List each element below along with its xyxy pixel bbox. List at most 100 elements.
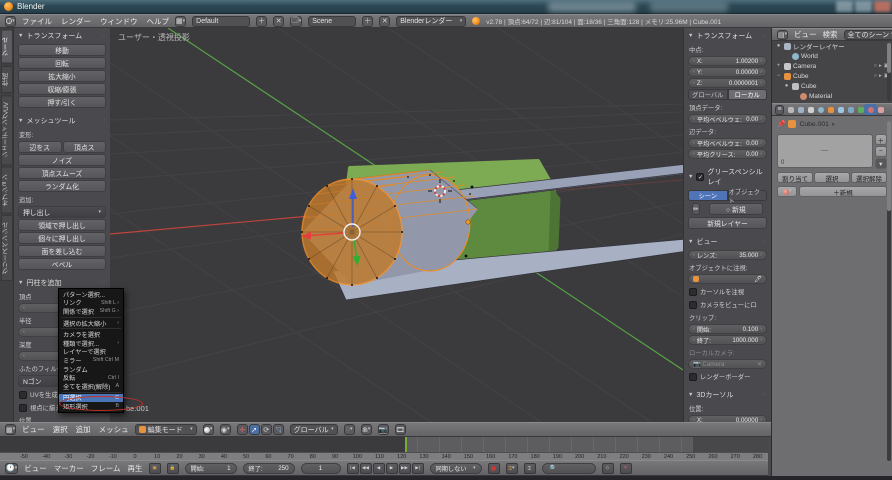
extrude-dropdown[interactable]: 押し出し▾ — [18, 206, 106, 218]
checkbox-icon[interactable] — [19, 391, 27, 399]
tool-button-ノイズ[interactable]: ノイズ — [18, 154, 106, 166]
panel-transform-tools[interactable]: ▼トランスフォーム∷ — [14, 29, 110, 43]
close-button[interactable] — [874, 1, 891, 12]
decrement-arrow-icon[interactable]: ‹ — [693, 69, 695, 75]
menu-item-パターン選択...[interactable]: パターン選択... — [59, 290, 123, 299]
gp-new-button[interactable]: ○ 新規 — [709, 203, 763, 215]
checkbox-icon[interactable] — [689, 301, 697, 309]
eyedropper-icon[interactable]: 🖊 — [754, 275, 762, 283]
gp-new-layer-button[interactable]: 新規レイヤー — [688, 217, 767, 229]
mode-select[interactable]: 編集モード▾ — [135, 424, 197, 435]
frame-end-field[interactable]: 終了:250 — [243, 463, 295, 474]
preview-range-icon[interactable]: ▣ — [149, 463, 161, 474]
checkbox-icon[interactable] — [689, 288, 697, 296]
checkbox-icon[interactable] — [19, 404, 27, 412]
eye-icon[interactable]: ○ — [874, 63, 877, 69]
snap-magnet-icon[interactable]: ⋒▾ — [361, 424, 372, 435]
outliner-row-Material[interactable]: Material — [772, 91, 892, 101]
increment-arrow-icon[interactable]: › — [760, 80, 762, 86]
timeline-menu-再生[interactable]: 再生 — [128, 463, 143, 474]
outliner-row-Cube[interactable]: −Cube○▸▣ — [772, 71, 892, 81]
decrement-arrow-icon[interactable]: ‹ — [693, 116, 695, 122]
tool-button-頂点ス[interactable]: 頂点ス — [63, 141, 107, 153]
transport-button-3[interactable]: ▶ — [386, 463, 398, 474]
local-toggle[interactable]: ローカル — [728, 89, 768, 100]
viewport-menu-選択[interactable]: 選択 — [53, 424, 68, 435]
tool-tab-シェーディング/UV[interactable]: シェーディング/UV — [1, 95, 13, 165]
tool-button-拡大縮小[interactable]: 拡大縮小 — [18, 70, 106, 82]
menu-レンダー[interactable]: レンダー — [61, 16, 91, 27]
minimize-button[interactable] — [836, 1, 853, 12]
increment-arrow-icon[interactable]: › — [760, 116, 762, 122]
decrement-arrow-icon[interactable]: ‹ — [693, 326, 695, 332]
viewport-menu-追加[interactable]: 追加 — [76, 424, 91, 435]
tool-button-辺をス[interactable]: 辺をス — [18, 141, 62, 153]
menu-item-リンク[interactable]: リンクShift L › — [59, 299, 123, 308]
transport-button-5[interactable]: ▶| — [412, 463, 424, 474]
properties-scroll-thumb[interactable] — [887, 121, 891, 211]
menu-item-反転[interactable]: 反転Ctrl I — [59, 373, 123, 382]
decrement-arrow-icon[interactable]: ‹ — [693, 80, 695, 86]
properties-tab-texture[interactable] — [876, 105, 885, 114]
clip-field-開始:[interactable]: ‹開始:0.100› — [688, 324, 767, 334]
maximize-button[interactable] — [855, 1, 872, 12]
arrow-icon[interactable]: ▸ — [879, 63, 882, 69]
menu-item-種類で選択...[interactable]: 種類で選択...› — [59, 339, 123, 348]
properties-tab-modifiers[interactable] — [846, 105, 855, 114]
scene-icon[interactable]: 🗔▾ — [290, 16, 302, 27]
outliner-scroll-thumb[interactable] — [887, 43, 891, 73]
scene-field[interactable]: Scene — [308, 16, 356, 27]
tool-button-収縮/膨張[interactable]: 収縮/膨張 — [18, 83, 106, 95]
menu-item-カメラを選択[interactable]: カメラを選択 — [59, 330, 123, 339]
manipulator-translate-icon[interactable]: ✛ — [237, 424, 248, 435]
tool-tab-オプション[interactable]: オプション — [1, 167, 13, 214]
decrement-arrow-icon[interactable]: ‹ — [693, 151, 695, 157]
tool-button-頂点スムーズ[interactable]: 頂点スムーズ — [18, 167, 106, 179]
vertex-data-field[interactable]: ‹平均ベベルウェ:0.00› — [688, 114, 767, 124]
transform-orientation-select[interactable]: グローバル▾ — [290, 424, 338, 435]
checkbox-icon[interactable] — [689, 373, 697, 381]
pivot-point-select[interactable]: ◉▾ — [220, 424, 231, 435]
outliner-row-Camera[interactable]: +Camera○▸▣ — [772, 61, 892, 71]
decrement-arrow-icon[interactable]: ‹ — [693, 337, 695, 343]
viewport-3d[interactable]: ユーザー・透視投影 be.001 — [110, 28, 683, 422]
manipulator-scale-icon[interactable]: ◹ — [273, 424, 284, 435]
properties-tab-material[interactable] — [866, 105, 875, 114]
increment-arrow-icon[interactable]: › — [760, 151, 762, 157]
properties-tab-world[interactable] — [816, 105, 825, 114]
transport-button-2[interactable]: ◀ — [373, 463, 385, 474]
material-slot-list[interactable]: 0 — — [777, 134, 873, 168]
timeline-menu-マーカー[interactable]: マーカー — [54, 463, 84, 474]
insert-key-icon[interactable]: ◇ — [602, 463, 614, 474]
edge-data-field[interactable]: ‹平均ベベルウェ:0.00› — [688, 138, 767, 148]
properties-tab-object[interactable] — [826, 105, 835, 114]
menu-ウィンドウ[interactable]: ウィンドウ — [100, 16, 138, 27]
increment-arrow-icon[interactable]: › — [760, 69, 762, 75]
pin-icon[interactable]: 📌 — [777, 120, 785, 128]
transport-button-4[interactable]: ▶▶ — [399, 463, 411, 474]
editor-type-properties-icon[interactable]: ≡ — [775, 105, 784, 115]
checkbox-カメラをビューにロ[interactable]: カメラをビューにロ — [684, 298, 771, 311]
tool-button-領域で押し出し[interactable]: 領域で押し出し — [18, 219, 106, 231]
eye-icon[interactable]: ○ — [874, 73, 877, 79]
menu-item-レイヤーで選択[interactable]: レイヤーで選択 — [59, 348, 123, 357]
outliner-row-Cube[interactable]: ●Cube — [772, 81, 892, 91]
outliner-menu-検索[interactable]: 検索 — [823, 29, 838, 40]
expand-icon[interactable]: ● — [783, 83, 790, 89]
scene-filter-select[interactable]: 全てのシーン▾ — [844, 30, 892, 40]
local-camera-field[interactable]: 📷 Camera✕ — [688, 359, 767, 369]
delete-scene-button[interactable]: ✕ — [379, 16, 390, 27]
expand-icon[interactable]: + — [775, 63, 782, 69]
tool-button-押す/引く[interactable]: 押す/引く — [18, 96, 106, 108]
median-field-X:[interactable]: ‹X:1.00200› — [688, 56, 767, 66]
increment-arrow-icon[interactable]: › — [760, 58, 762, 64]
button-割り当て[interactable]: 割り当て — [777, 172, 813, 183]
panel-mesh-tools[interactable]: ▼メッシュツール∷ — [14, 114, 110, 128]
key-icon[interactable]: ⚿ — [524, 463, 536, 474]
timeline-ruler[interactable]: -50-40-30-20-100102030405060708090100110… — [0, 452, 768, 460]
decrement-arrow-icon[interactable]: ‹ — [693, 252, 695, 258]
timeline-menu-ビュー[interactable]: ビュー — [24, 463, 47, 474]
object-toggle[interactable]: オブジェクト — [728, 190, 768, 201]
menu-item-選択の拡大縮小[interactable]: 選択の拡大縮小› — [59, 319, 123, 328]
checkbox-render-border[interactable]: レンダーボーダー — [684, 370, 771, 383]
